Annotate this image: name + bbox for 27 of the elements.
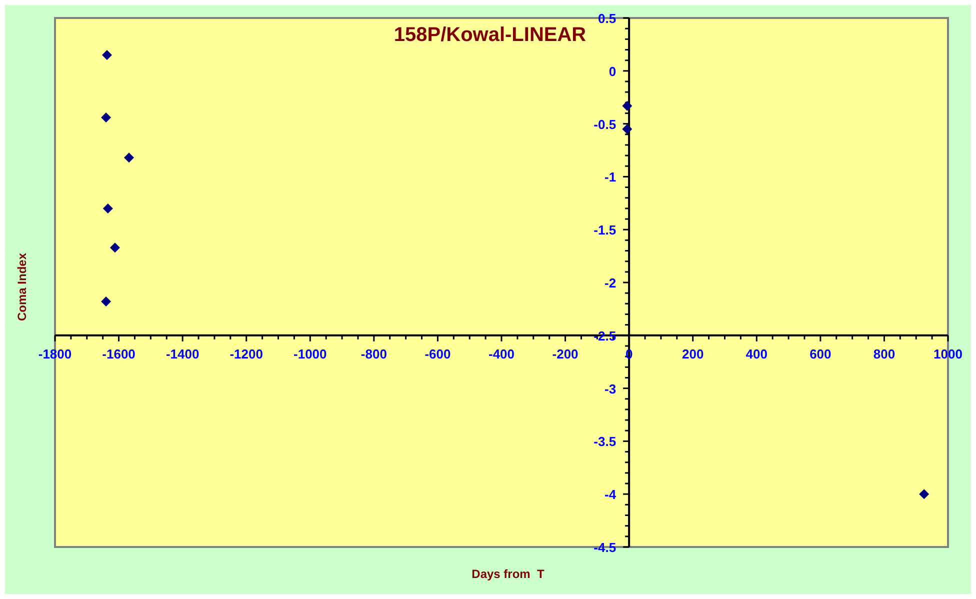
axis-title: Coma Index xyxy=(15,253,29,321)
tick-label: -1600 xyxy=(102,346,136,362)
tick-label: -400 xyxy=(488,346,515,362)
tick-label: -3 xyxy=(604,381,616,396)
tick-label: -4.5 xyxy=(594,540,616,555)
tick-label: -1.5 xyxy=(594,222,616,238)
tick-label: -800 xyxy=(360,346,387,362)
tick-label: 200 xyxy=(682,346,704,362)
tick-label: -1400 xyxy=(166,346,200,362)
tick-label: 600 xyxy=(810,346,832,362)
tick-label: -200 xyxy=(552,346,578,362)
tick-label: -2 xyxy=(604,276,616,290)
tick-label: -3.5 xyxy=(594,434,616,450)
tick-label: -1800 xyxy=(38,346,72,362)
chart-title: 158P/Kowal-LINEAR xyxy=(394,24,586,46)
tick-label: -1200 xyxy=(230,346,263,362)
tick-label: -1000 xyxy=(294,346,327,362)
tick-label: -600 xyxy=(424,346,451,362)
tick-label: 800 xyxy=(873,346,896,362)
tick-label: 0.5 xyxy=(598,11,616,26)
tick-label: -0.5 xyxy=(594,116,616,132)
tick-label: -1 xyxy=(604,170,616,185)
tick-label: 400 xyxy=(746,346,768,362)
tick-label: -4 xyxy=(604,487,616,502)
axis-title: Days from T xyxy=(472,567,544,581)
tick-label: 1000 xyxy=(934,346,962,362)
tick-label: 0 xyxy=(608,64,616,79)
